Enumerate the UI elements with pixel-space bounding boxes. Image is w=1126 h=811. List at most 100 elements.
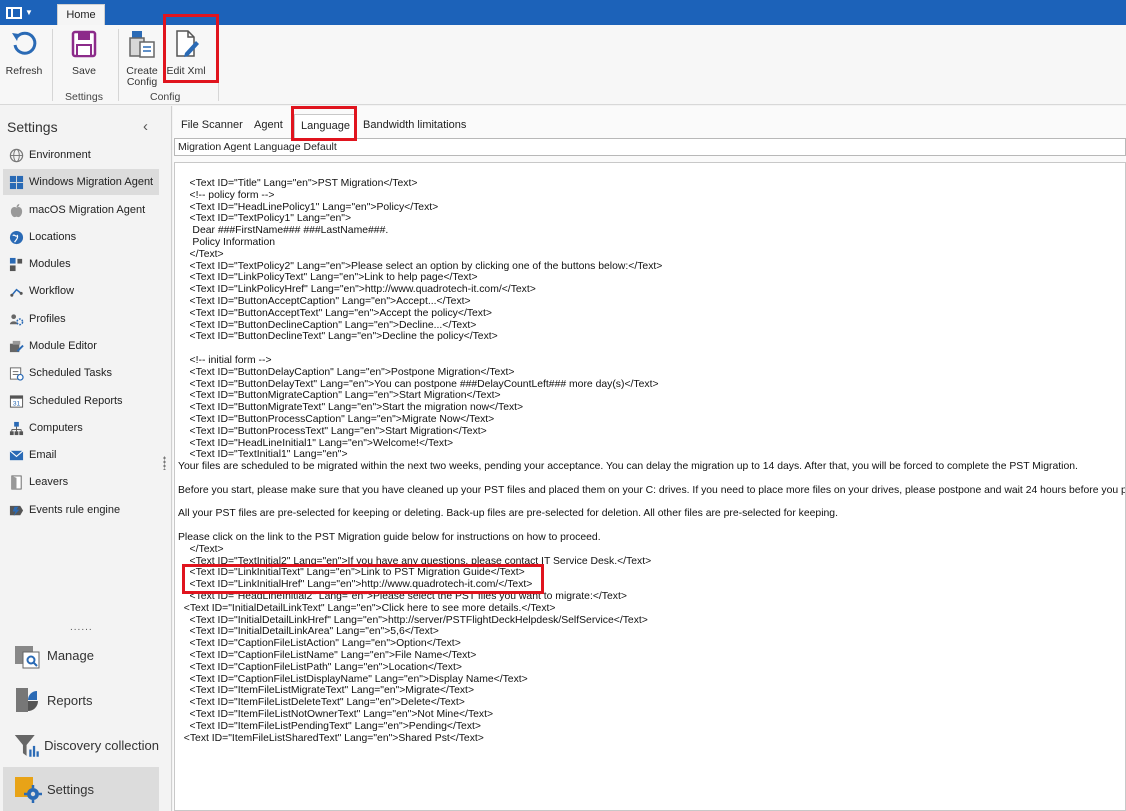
computers-icon: [8, 420, 24, 436]
save-label: Save: [72, 65, 96, 77]
sidebar-item-locations[interactable]: Locations: [3, 224, 159, 250]
leavers-icon: [8, 474, 24, 490]
sidebar-item-module-editor[interactable]: Module Editor: [3, 333, 159, 359]
location-globe-icon: [8, 229, 24, 245]
xml-line: <Text ID="HeadLineInitial2" Lang="en">Pl…: [178, 591, 627, 602]
module-editor-icon: [8, 338, 24, 354]
xml-line: <Text ID="HeadLinePolicy1" Lang="en">Pol…: [178, 201, 439, 213]
section-label: Manage: [47, 647, 94, 663]
language-select[interactable]: Migration Agent Language Default: [174, 138, 1126, 156]
app-menu-button[interactable]: ▼: [6, 4, 46, 21]
sidebar-item-workflow[interactable]: Workflow: [3, 278, 159, 304]
section-label: Reports: [47, 692, 93, 708]
xml-line: <Text ID="ItemFileListSharedText" Lang="…: [178, 732, 484, 744]
reports-icon: [16, 688, 38, 712]
sidebar-item-label: Email: [29, 449, 57, 461]
tab-home[interactable]: Home: [57, 4, 105, 26]
xml-line: <Text ID="InitialDetailLinkHref" Lang="e…: [178, 614, 648, 626]
tab-agent[interactable]: Agent: [254, 114, 283, 138]
group-label-config: Config: [150, 91, 181, 103]
sidebar-item-label: Module Editor: [29, 340, 97, 352]
tab-language[interactable]: Language: [294, 114, 357, 138]
apple-icon: [8, 202, 24, 218]
xml-line: All your PST files are pre-selected for …: [178, 508, 838, 520]
app-menu-icon: [6, 6, 22, 19]
tab-bandwidth-limitations[interactable]: Bandwidth limitations: [363, 114, 466, 138]
sidebar-item-email[interactable]: Email: [3, 442, 159, 468]
group-label-settings: Settings: [65, 91, 103, 103]
sidebar-item-events-rule-engine[interactable]: Events rule engine: [3, 497, 159, 523]
sidebar-resize-grip[interactable]: [163, 456, 166, 470]
xml-line: Before you start, please make sure that …: [178, 484, 1126, 496]
profiles-icon: [8, 311, 24, 327]
xml-line: <Text ID="CaptionFileListDisplayName" La…: [178, 673, 528, 685]
sidebar-item-label: Scheduled Tasks: [29, 367, 112, 379]
section-label: Discovery collection: [44, 737, 159, 753]
edit-xml-icon: [176, 30, 199, 57]
xml-line: <Text ID="ButtonAcceptCaption" Lang="en"…: [178, 296, 471, 307]
sidebar-item-computers[interactable]: Computers: [3, 415, 159, 441]
sidebar-item-leavers[interactable]: Leavers: [3, 469, 159, 495]
xml-line: <!-- initial form -->: [178, 355, 272, 366]
xml-line: <Text ID="HeadLineInitial1" Lang="en">We…: [178, 437, 454, 449]
xml-line: <Text ID="CaptionFileListAction" Lang="e…: [178, 638, 461, 650]
sidebar-item-environment[interactable]: Environment: [3, 142, 159, 168]
create-config-button[interactable]: Create Config: [123, 28, 161, 88]
xml-line: <!-- policy form -->: [178, 189, 275, 201]
section-settings[interactable]: Settings: [3, 767, 159, 811]
xml-line: <Text ID="ItemFileListMigrateText" Lang=…: [178, 685, 475, 697]
sidebar-item-profiles[interactable]: Profiles: [3, 306, 159, 332]
sidebar-item-label: Scheduled Reports: [29, 395, 123, 407]
xml-line: <Text ID="TextInitial2" Lang="en">If you…: [178, 555, 652, 567]
xml-line: </Text>: [178, 248, 224, 260]
sidebar-item-label: Modules: [29, 258, 71, 270]
tab-file-scanner[interactable]: File Scanner: [181, 114, 243, 138]
ribbon-separator: [118, 29, 119, 101]
xml-line: <Text ID="CaptionFileListName" Lang="en"…: [178, 650, 477, 661]
xml-line: <Text ID="ButtonDeclineCaption" Lang="en…: [178, 319, 477, 331]
xml-line: <Text ID="ButtonMigrateText" Lang="en">S…: [178, 402, 524, 414]
xml-line: <Text ID="ButtonProcessCaption" Lang="en…: [178, 414, 495, 425]
create-config-icon: [129, 31, 155, 58]
xml-line: <Text ID="ButtonMigrateCaption" Lang="en…: [178, 390, 501, 402]
settings-gear-icon: [15, 777, 42, 803]
sidebar-item-scheduled-tasks[interactable]: Scheduled Tasks: [3, 360, 159, 386]
funnel-chart-icon: [14, 735, 39, 757]
xml-line: Your files are scheduled to be migrated …: [178, 461, 1078, 473]
xml-line: <Text ID="InitialDetailLinkText" Lang="e…: [178, 602, 556, 614]
sidebar-item-macos-migration-agent[interactable]: macOS Migration Agent: [3, 197, 159, 223]
sidebar-item-windows-migration-agent[interactable]: Windows Migration Agent: [3, 169, 159, 195]
xml-editor[interactable]: <Text ID="Title" Lang="en">PST Migration…: [174, 162, 1126, 811]
section-reports[interactable]: Reports: [3, 678, 159, 722]
section-splitter[interactable]: ......: [70, 622, 93, 633]
sidebar-item-modules[interactable]: Modules: [3, 251, 159, 277]
sidebar-item-scheduled-reports[interactable]: 31 Scheduled Reports: [3, 388, 159, 414]
xml-line: <Text ID="LinkInitialHref" Lang="en">htt…: [178, 579, 533, 591]
sidebar-item-label: Workflow: [29, 285, 75, 297]
edit-xml-button[interactable]: Edit Xml: [166, 28, 206, 77]
xml-line: <Text ID="Title" Lang="en">PST Migration…: [178, 178, 418, 189]
xml-line: <Text ID="InitialDetailLinkArea" Lang="e…: [178, 626, 439, 638]
sidebar: Settings ‹ Environment Windows Migration…: [0, 106, 172, 811]
sidebar-item-label: Leavers: [29, 476, 69, 488]
chevron-down-icon: ▼: [25, 8, 33, 17]
svg-text:31: 31: [12, 400, 20, 407]
xml-line: Policy Information: [178, 237, 276, 248]
sidebar-item-label: Profiles: [29, 313, 66, 325]
sidebar-item-label: macOS Migration Agent: [29, 204, 146, 216]
xml-line: <Text ID="LinkInitialText" Lang="en">Lin…: [178, 567, 525, 579]
main-panel: File Scanner Agent Language Bandwidth li…: [173, 106, 1126, 811]
xml-line: <Text ID="ItemFileListNotOwnerText" Lang…: [178, 709, 494, 720]
xml-line: <Text ID="TextPolicy2" Lang="en">Please …: [178, 260, 663, 272]
modules-icon: [8, 256, 24, 272]
collapse-chevron-icon[interactable]: ‹: [143, 118, 148, 135]
scheduled-tasks-icon: [8, 365, 24, 381]
save-button[interactable]: Save: [64, 28, 104, 77]
events-icon: [8, 502, 24, 518]
section-manage[interactable]: Manage: [3, 633, 159, 677]
section-discovery-collection[interactable]: Discovery collection: [3, 723, 159, 767]
sidebar-item-label: Windows Migration Agent: [29, 176, 154, 188]
section-label: Settings: [47, 781, 94, 797]
xml-line: Dear ###FirstName### ###LastName###.: [178, 225, 389, 237]
refresh-button[interactable]: Refresh: [4, 28, 44, 77]
